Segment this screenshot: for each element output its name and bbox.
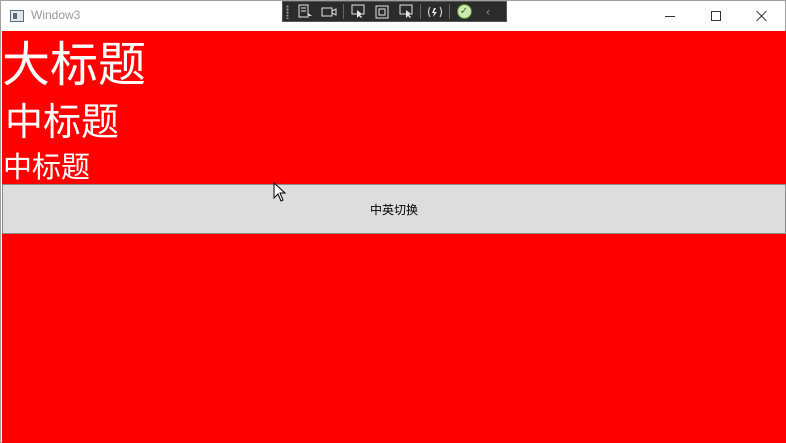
live-visual-tree-icon[interactable] (293, 2, 317, 21)
minimize-button[interactable] (647, 1, 693, 31)
hot-reload-icon[interactable] (423, 2, 447, 21)
check-icon[interactable]: ✓ (452, 2, 476, 21)
record-icon[interactable] (317, 2, 341, 21)
medium-heading: 中标题 (5, 100, 120, 144)
window-content: 大标题 中标题 中标题 中英切换 (2, 31, 786, 443)
close-icon (756, 10, 768, 22)
language-toggle-button[interactable]: 中英切换 (2, 184, 786, 234)
display-layout-adorners-icon[interactable] (370, 2, 394, 21)
maximize-icon (711, 11, 721, 21)
mouse-cursor-icon (273, 182, 287, 202)
toolbar-separator (449, 4, 450, 19)
xaml-debug-toolbar: ✓ ‹ (282, 1, 507, 22)
collapse-chevron-icon[interactable]: ‹ (476, 2, 500, 21)
select-element-icon[interactable] (346, 2, 370, 21)
track-focus-icon[interactable] (394, 2, 418, 21)
minimize-icon (665, 15, 675, 17)
maximize-button[interactable] (693, 1, 739, 31)
toolbar-separator (420, 4, 421, 19)
app-window: Window3 ✓ ‹ 大标题 中标题 中标题 中英切换 (0, 0, 786, 443)
window-title: Window3 (31, 8, 81, 22)
medium-heading-small: 中标题 (3, 150, 91, 184)
close-button[interactable] (739, 1, 785, 31)
title-bar[interactable]: Window3 ✓ ‹ (1, 1, 785, 31)
app-window-icon (10, 10, 24, 22)
toolbar-separator (343, 4, 344, 19)
toolbar-grip[interactable] (286, 5, 289, 19)
large-heading: 大标题 (2, 37, 147, 93)
